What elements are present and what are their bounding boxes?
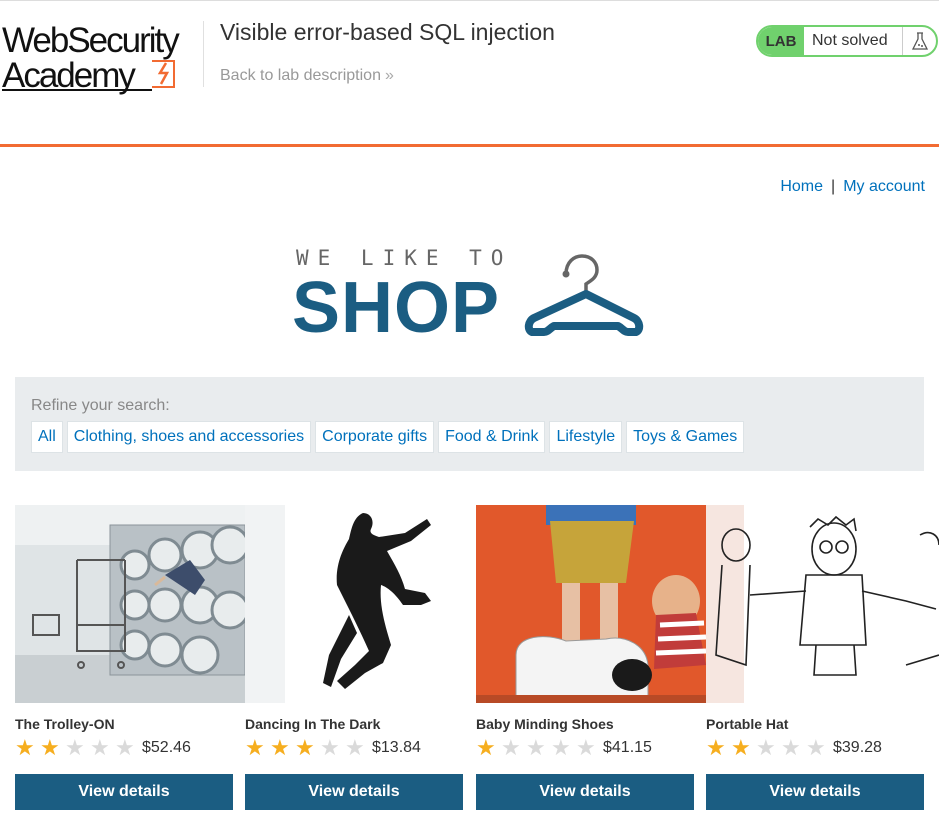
category-lifestyle[interactable]: Lifestyle (549, 421, 623, 453)
product-rating: ★ ★ ★ ★ ★ $39.28 (706, 737, 882, 759)
product-rating: ★ ★ ★ ★ ★ $13.84 (245, 737, 421, 759)
star-empty-icon: ★ (320, 735, 340, 760)
category-food-drink[interactable]: Food & Drink (438, 421, 546, 453)
product-price: $41.15 (603, 739, 652, 756)
star-filled-icon: ★ (731, 735, 751, 760)
home-link[interactable]: Home (780, 178, 823, 195)
star-filled-icon: ★ (270, 735, 290, 760)
refine-search-panel: Refine your search: All Clothing, shoes … (15, 377, 924, 471)
star-empty-icon: ★ (806, 735, 826, 760)
product-image-cartoon[interactable] (706, 505, 939, 703)
view-details-button[interactable]: View details (15, 774, 233, 810)
my-account-link[interactable]: My account (843, 178, 925, 195)
logo-line-2: Academy (2, 56, 136, 95)
star-filled-icon: ★ (15, 735, 35, 760)
category-toys-games[interactable]: Toys & Games (626, 421, 745, 453)
lab-status-text: Not solved (812, 32, 888, 49)
category-filters: All Clothing, shoes and accessories Corp… (31, 421, 745, 453)
logo-line-1: WebSecurity (2, 21, 180, 60)
product-card: The Trolley-ON ★ ★ ★ ★ ★ $52.46 View det… (15, 505, 245, 810)
product-card: Portable Hat ★ ★ ★ ★ ★ $39.28 View detai… (706, 505, 939, 810)
star-filled-icon: ★ (476, 735, 496, 760)
product-image-laundromat[interactable] (15, 505, 245, 703)
star-filled-icon: ★ (706, 735, 726, 760)
header-divider (203, 21, 204, 87)
account-nav: Home | My account (780, 178, 925, 196)
header-accent-line (0, 144, 939, 147)
view-details-button[interactable]: View details (476, 774, 694, 810)
star-empty-icon: ★ (756, 735, 776, 760)
product-price: $39.28 (833, 739, 882, 756)
back-link-label: Back to lab description (220, 67, 381, 84)
product-card: Dancing In The Dark ★ ★ ★ ★ ★ $13.84 Vie… (245, 505, 475, 810)
product-name: The Trolley-ON (15, 716, 115, 732)
star-empty-icon: ★ (115, 735, 135, 760)
view-details-button[interactable]: View details (245, 774, 463, 810)
star-empty-icon: ★ (345, 735, 365, 760)
double-chevron-right-icon: » (384, 67, 394, 84)
academy-header: WebSecurity Academy Visible error-based … (0, 0, 939, 147)
product-image-dancing[interactable] (245, 505, 475, 703)
product-rating: ★ ★ ★ ★ ★ $52.46 (15, 737, 191, 759)
star-empty-icon: ★ (576, 735, 596, 760)
product-name: Dancing In The Dark (245, 716, 381, 732)
refine-search-label: Refine your search: (31, 397, 170, 414)
shop-logo: WE LIKE TO SHOP (292, 246, 652, 346)
star-empty-icon: ★ (65, 735, 85, 760)
product-image-toy-figures[interactable] (476, 505, 706, 703)
logo-underline (2, 89, 152, 91)
flask-icon[interactable] (902, 27, 936, 55)
web-security-academy-logo[interactable]: WebSecurity Academy (2, 21, 202, 97)
product-price: $52.46 (142, 739, 191, 756)
nav-separator: | (831, 178, 836, 195)
shop-logo-tagline: WE LIKE TO (296, 246, 513, 270)
star-empty-icon: ★ (551, 735, 571, 760)
star-empty-icon: ★ (526, 735, 546, 760)
category-corporate-gifts[interactable]: Corporate gifts (315, 421, 435, 453)
category-clothing[interactable]: Clothing, shoes and accessories (66, 421, 312, 453)
lab-title: Visible error-based SQL injection (220, 19, 555, 45)
lab-tag: LAB (758, 27, 804, 55)
star-filled-icon: ★ (245, 735, 265, 760)
view-details-button[interactable]: View details (706, 774, 924, 810)
product-name: Baby Minding Shoes (476, 716, 614, 732)
product-card: Baby Minding Shoes ★ ★ ★ ★ ★ $41.15 View… (476, 505, 706, 810)
star-filled-icon: ★ (295, 735, 315, 760)
back-to-lab-description-link[interactable]: Back to lab description» (220, 67, 394, 85)
star-empty-icon: ★ (90, 735, 110, 760)
product-name: Portable Hat (706, 716, 789, 732)
hanger-icon (524, 254, 644, 336)
lab-status-widget: LAB Not solved (756, 25, 938, 57)
star-empty-icon: ★ (501, 735, 521, 760)
logo-bolt-icon (152, 60, 175, 88)
shop-logo-word: SHOP (292, 268, 501, 348)
category-all[interactable]: All (31, 421, 63, 453)
star-empty-icon: ★ (781, 735, 801, 760)
product-rating: ★ ★ ★ ★ ★ $41.15 (476, 737, 652, 759)
product-price: $13.84 (372, 739, 421, 756)
star-filled-icon: ★ (40, 735, 60, 760)
